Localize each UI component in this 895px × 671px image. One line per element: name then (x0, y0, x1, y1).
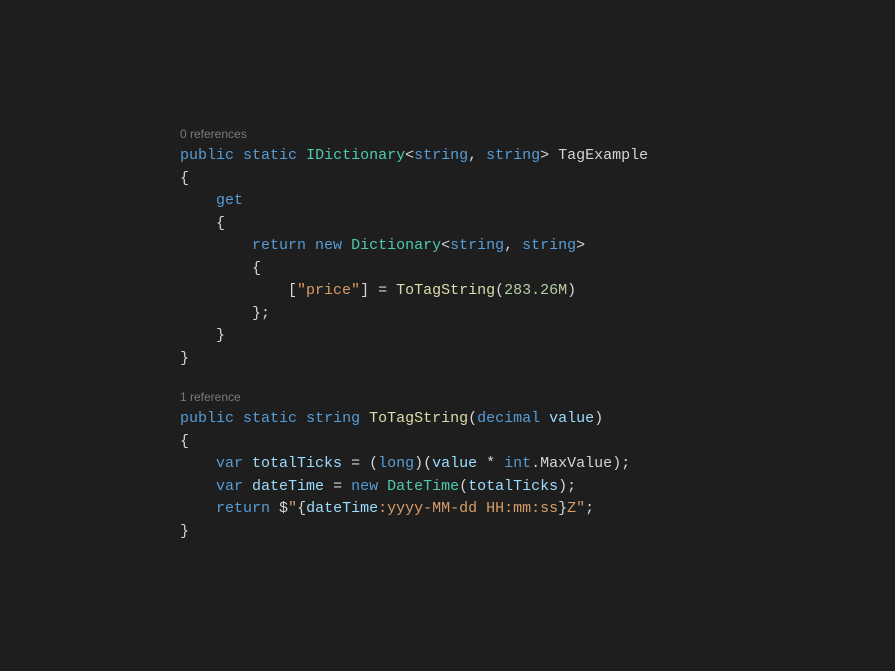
code-editor: 0 references public static IDictionary<s… (180, 125, 895, 543)
code-line: }; (180, 303, 895, 326)
code-line: { (180, 258, 895, 281)
code-line: { (180, 168, 895, 191)
code-line: var dateTime = new DateTime(totalTicks); (180, 476, 895, 499)
code-line: public static string ToTagString(decimal… (180, 408, 895, 431)
code-line: { (180, 213, 895, 236)
code-line: } (180, 325, 895, 348)
code-line: { (180, 431, 895, 454)
code-line: var totalTicks = (long)(value * int.MaxV… (180, 453, 895, 476)
codelens-references[interactable]: 1 reference (180, 388, 895, 406)
code-line: } (180, 521, 895, 544)
code-line: get (180, 190, 895, 213)
code-line: ["price"] = ToTagString(283.26M) (180, 280, 895, 303)
codelens-references[interactable]: 0 references (180, 125, 895, 143)
code-line: return $"{dateTime:yyyy-MM-dd HH:mm:ss}Z… (180, 498, 895, 521)
code-line: } (180, 348, 895, 371)
code-line: return new Dictionary<string, string> (180, 235, 895, 258)
code-line: public static IDictionary<string, string… (180, 145, 895, 168)
